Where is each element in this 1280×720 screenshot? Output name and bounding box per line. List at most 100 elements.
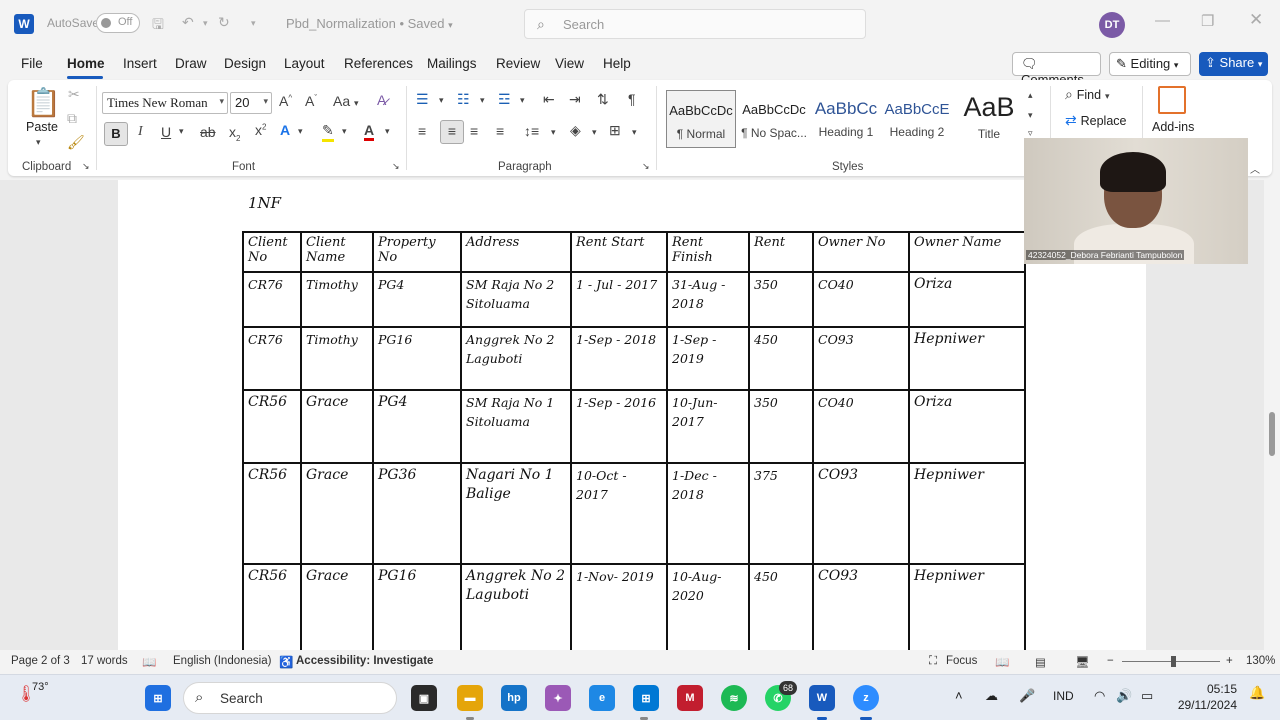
font-launcher-icon[interactable]: ↘ xyxy=(392,161,400,172)
clock[interactable]: 05:15 29/11/2024 xyxy=(1175,681,1237,713)
read-mode-icon[interactable]: 📖 xyxy=(995,655,1009,669)
underline-dropdown-icon[interactable]: ▾ xyxy=(179,126,184,137)
close-icon[interactable]: ✕ xyxy=(1249,10,1263,30)
justify-icon[interactable]: ≡ xyxy=(496,123,504,139)
onedrive-icon[interactable]: ☁ xyxy=(985,688,998,704)
vertical-scrollbar[interactable] xyxy=(1264,180,1280,650)
word-count[interactable]: 17 words xyxy=(81,655,128,667)
language-status[interactable]: English (Indonesia) xyxy=(173,655,271,667)
search-box[interactable]: ⌕ Search xyxy=(524,9,866,39)
zoom-out-icon[interactable]: − xyxy=(1107,655,1114,667)
hp-app-icon[interactable]: hp xyxy=(501,685,527,711)
zoom-app-icon[interactable]: z xyxy=(853,685,879,711)
spotify-icon[interactable]: ≋ xyxy=(721,685,747,711)
pilcrow-icon[interactable]: ¶ xyxy=(628,91,636,107)
replace-button[interactable]: ⇄ Replace xyxy=(1065,112,1127,129)
bold-button[interactable]: B xyxy=(104,122,128,146)
customize-qat-icon[interactable]: ▾ xyxy=(251,18,256,29)
battery-icon[interactable]: ▭ xyxy=(1141,688,1153,704)
collapse-ribbon-icon[interactable]: ︿ xyxy=(1250,161,1260,176)
style-title[interactable]: AaB Title xyxy=(954,90,1024,148)
comments-button[interactable]: 🗨 Comments xyxy=(1012,52,1101,87)
grow-font-icon[interactable]: A^ xyxy=(279,93,292,109)
print-layout-icon[interactable]: ▤ xyxy=(1035,655,1046,669)
restore-icon[interactable]: ❐ xyxy=(1201,12,1214,30)
copy-icon[interactable]: ⧉ xyxy=(67,110,77,127)
tab-layout[interactable]: Layout xyxy=(284,56,325,71)
cut-icon[interactable]: ✂ xyxy=(68,86,80,103)
page-count[interactable]: Page 2 of 3 xyxy=(11,655,70,667)
tab-mailings[interactable]: Mailings xyxy=(427,56,477,71)
bullets-icon[interactable]: ☰ xyxy=(416,91,429,108)
styles-scroll-down-icon[interactable]: ▾ xyxy=(1028,110,1033,121)
tab-help[interactable]: Help xyxy=(603,56,631,71)
numbering-icon[interactable]: ☷ xyxy=(457,91,470,108)
sort-icon[interactable]: ⇅ xyxy=(597,91,609,108)
tab-draw[interactable]: Draw xyxy=(175,56,207,71)
avatar[interactable]: DT xyxy=(1099,12,1125,38)
participant-video[interactable]: 42324052_Debora Febrianti Tampubolon xyxy=(1024,138,1248,264)
superscript-button[interactable]: x2 xyxy=(255,122,266,138)
clear-formatting-icon[interactable]: A̷ xyxy=(377,92,386,108)
subscript-button[interactable]: x2 xyxy=(229,124,240,143)
text-effects-icon[interactable]: A xyxy=(280,122,290,138)
focus-mode[interactable]: Focus xyxy=(946,655,977,667)
input-language[interactable]: IND xyxy=(1053,689,1074,703)
align-right-icon[interactable]: ≡ xyxy=(470,123,478,139)
undo-icon[interactable]: ↶ xyxy=(182,14,194,31)
zoom-in-icon[interactable]: + xyxy=(1226,655,1233,667)
file-explorer-icon[interactable]: ▬ xyxy=(457,685,483,711)
tab-insert[interactable]: Insert xyxy=(123,56,157,71)
shading-icon[interactable]: ◈ xyxy=(570,122,581,139)
web-layout-icon[interactable]: 🖥 xyxy=(1075,655,1090,669)
document-page[interactable]: 1NF Client No Client Name Property No Ad… xyxy=(118,180,1146,650)
strikethrough-button[interactable]: ab xyxy=(200,124,216,140)
shrink-font-icon[interactable]: Aˇ xyxy=(305,93,317,109)
text-effects-dropdown-icon[interactable]: ▾ xyxy=(298,126,303,137)
find-button[interactable]: ⌕ Find ▾ xyxy=(1065,86,1109,103)
paste-icon[interactable]: 📋 xyxy=(26,86,61,119)
store-icon[interactable]: ⊞ xyxy=(633,685,659,711)
paste-label[interactable]: Paste xyxy=(26,120,58,134)
zoom-level[interactable]: 130% xyxy=(1246,655,1275,667)
tab-review[interactable]: Review xyxy=(496,56,540,71)
tab-file[interactable]: File xyxy=(21,56,43,71)
shading-dropdown-icon[interactable]: ▾ xyxy=(592,127,597,138)
line-spacing-icon[interactable]: ↕≡ xyxy=(524,123,539,139)
align-left-icon[interactable]: ≡ xyxy=(418,123,426,139)
borders-icon[interactable]: ⊞ xyxy=(609,122,621,139)
underline-button[interactable]: U xyxy=(161,124,171,140)
edge-icon[interactable]: e xyxy=(589,685,615,711)
taskbar-search[interactable]: ⌕ Search xyxy=(183,682,397,714)
paragraph-launcher-icon[interactable]: ↘ xyxy=(642,161,650,172)
scrollbar-thumb[interactable] xyxy=(1269,412,1275,456)
line-spacing-dropdown-icon[interactable]: ▾ xyxy=(551,127,556,138)
chevron-up-icon[interactable]: ˄ xyxy=(955,688,963,703)
proofing-icon[interactable]: 📖 xyxy=(142,655,156,669)
document-title[interactable]: Pbd_Normalization • Saved ▾ xyxy=(286,16,453,31)
editing-mode-button[interactable]: ✎ Editing ▾ xyxy=(1109,52,1191,76)
font-color-dropdown-icon[interactable]: ▾ xyxy=(385,126,390,137)
copilot-icon[interactable]: ✦ xyxy=(545,685,571,711)
align-center-icon[interactable]: ≡ xyxy=(440,120,464,144)
increase-indent-icon[interactable]: ⇥ xyxy=(569,91,581,108)
microphone-icon[interactable]: 🎤 xyxy=(1019,688,1035,704)
tab-home[interactable]: Home xyxy=(67,56,105,71)
change-case-button[interactable]: Aa ▾ xyxy=(333,93,359,109)
minimize-icon[interactable]: — xyxy=(1155,12,1170,29)
italic-button[interactable]: I xyxy=(138,124,143,140)
mcafee-icon[interactable]: M xyxy=(677,685,703,711)
tab-view[interactable]: View xyxy=(555,56,584,71)
bullets-dropdown-icon[interactable]: ▾ xyxy=(439,95,444,106)
save-icon[interactable]: 🖫 xyxy=(152,14,164,38)
style-heading-1[interactable]: AaBbCc Heading 1 xyxy=(811,90,881,148)
font-family-select[interactable]: Times New Roman ▾ xyxy=(102,92,228,114)
highlight-dropdown-icon[interactable]: ▾ xyxy=(342,126,347,137)
task-view-icon[interactable]: ▣ xyxy=(411,685,437,711)
share-button[interactable]: ⇪ Share ▾ xyxy=(1199,52,1268,76)
paste-dropdown-icon[interactable]: ▾ xyxy=(36,137,41,148)
start-icon[interactable]: ⊞ xyxy=(145,685,171,711)
multilevel-dropdown-icon[interactable]: ▾ xyxy=(520,95,525,106)
multilevel-list-icon[interactable]: ☲ xyxy=(498,91,511,108)
numbering-dropdown-icon[interactable]: ▾ xyxy=(480,95,485,106)
